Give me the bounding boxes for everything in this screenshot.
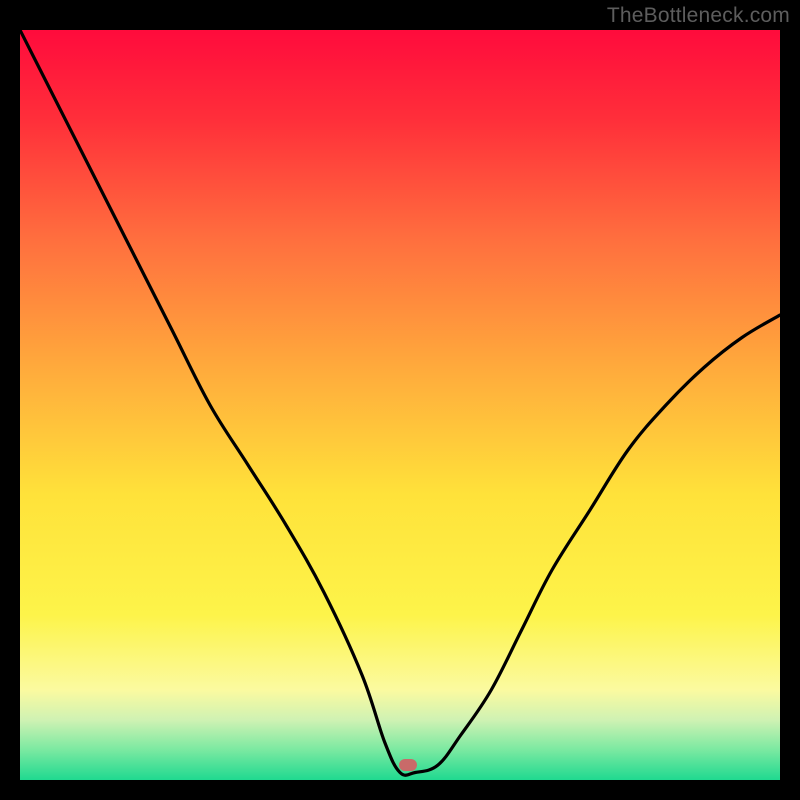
plot-area <box>20 30 780 780</box>
optimal-marker <box>399 759 417 771</box>
bottleneck-curve <box>20 30 780 775</box>
chart-container: TheBottleneck.com <box>0 0 800 800</box>
curve-layer <box>20 30 780 780</box>
attribution-text: TheBottleneck.com <box>607 4 790 28</box>
